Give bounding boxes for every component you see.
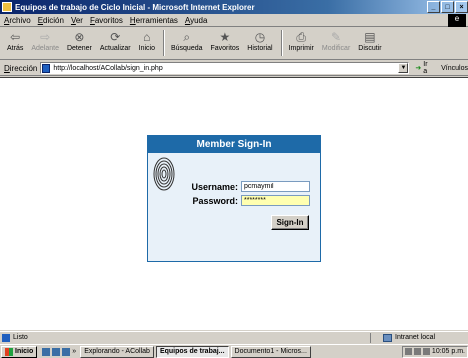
address-dropdown-button[interactable]: ▼ xyxy=(398,63,409,73)
quick-launch-outlook-icon[interactable] xyxy=(62,347,71,356)
quick-launch-more-button[interactable]: » xyxy=(72,348,76,356)
password-field[interactable] xyxy=(241,195,310,206)
discuss-icon: ▤ xyxy=(364,30,376,44)
standard-toolbar: ⇦ Atrás ⇨ Adelante ⊗ Detener ⟳ Actualiza… xyxy=(0,28,468,60)
stop-button[interactable]: ⊗ Detener xyxy=(64,28,95,53)
links-toolbar-button[interactable]: Vínculos xyxy=(441,65,468,72)
tray-icon[interactable] xyxy=(413,348,421,355)
signin-panel: Member Sign-In Username: Password: Sign-… xyxy=(147,135,321,262)
tray-icon[interactable] xyxy=(404,348,412,355)
windows-taskbar: Inicio » Explorando - ACollab Equipos de… xyxy=(0,344,468,358)
go-button[interactable]: ➜ Ir a xyxy=(415,61,433,75)
start-label: Inicio xyxy=(15,348,34,355)
refresh-label: Actualizar xyxy=(99,45,131,52)
window-title-bar: Equipos de trabajo de Ciclo Inicial - Mi… xyxy=(0,0,468,14)
forward-button[interactable]: ⇨ Adelante xyxy=(28,28,62,53)
quick-launch: » xyxy=(42,347,76,356)
tray-icon[interactable] xyxy=(422,348,430,355)
edit-button[interactable]: ✎ Modificar xyxy=(319,28,353,53)
discuss-label: Discutir xyxy=(358,45,382,52)
refresh-icon: ⟳ xyxy=(110,30,121,44)
history-button[interactable]: ◷ Historial xyxy=(244,28,275,53)
page-done-icon xyxy=(2,333,10,342)
back-button[interactable]: ⇦ Atrás xyxy=(4,28,26,53)
go-arrow-icon: ➜ xyxy=(415,65,422,72)
refresh-button[interactable]: ⟳ Actualizar xyxy=(97,28,134,53)
signin-button[interactable]: Sign-In xyxy=(271,215,309,230)
status-text: Listo xyxy=(13,334,28,341)
task-documento1[interactable]: Documento1 - Micros... xyxy=(230,345,311,358)
window-title: Equipos de trabajo de Ciclo Inicial - Mi… xyxy=(15,2,255,12)
history-label: Historial xyxy=(247,45,273,52)
task-equipos[interactable]: Equipos de trabaj... xyxy=(155,345,229,358)
search-label: Búsqueda xyxy=(170,45,203,52)
menu-ver[interactable]: Ver xyxy=(71,16,83,25)
menu-favoritos[interactable]: Favoritos xyxy=(90,16,123,25)
username-field[interactable] xyxy=(241,181,310,192)
system-tray: 10:05 p.m. xyxy=(401,345,468,358)
edit-label: Modificar xyxy=(321,45,351,52)
security-zone: Intranet local xyxy=(370,332,436,343)
menu-herramientas[interactable]: Herramientas xyxy=(130,16,178,25)
quick-launch-desktop-icon[interactable] xyxy=(42,347,51,356)
fingerprint-icon xyxy=(153,157,175,191)
status-left: Listo xyxy=(0,333,370,342)
username-row: Username: xyxy=(186,181,310,192)
window-controls: _ □ × xyxy=(427,1,468,13)
ie-throbber-icon: e xyxy=(448,14,466,27)
menu-edicion[interactable]: Edición xyxy=(38,16,64,25)
edit-icon: ✎ xyxy=(331,30,342,44)
address-bar: Dirección http://localhost/ACollab/sign_… xyxy=(0,61,468,76)
print-label: Imprimir xyxy=(288,45,314,52)
quick-launch-ie-icon[interactable] xyxy=(52,347,61,356)
tray-clock: 10:05 p.m. xyxy=(431,348,465,355)
page-content: Member Sign-In Username: Password: Sign-… xyxy=(0,77,468,330)
go-label: Ir a xyxy=(423,61,428,75)
discuss-button[interactable]: ▤ Discutir xyxy=(355,28,384,53)
print-icon: ⎙ xyxy=(296,30,307,44)
signin-title: Member Sign-In xyxy=(148,136,320,153)
favorites-label: Favoritos xyxy=(210,45,240,52)
forward-label: Adelante xyxy=(31,45,59,52)
search-icon: ⌕ xyxy=(183,30,191,44)
forward-arrow-icon: ⇨ xyxy=(40,30,51,44)
search-button[interactable]: ⌕ Búsqueda xyxy=(168,28,206,53)
username-label: Username: xyxy=(191,181,238,192)
ie-app-icon[interactable] xyxy=(2,2,12,12)
password-label: Password: xyxy=(192,195,238,206)
toolbar-separator xyxy=(162,30,165,56)
intranet-zone-icon xyxy=(383,333,392,342)
start-button[interactable]: Inicio xyxy=(1,345,38,358)
favorites-icon: ★ xyxy=(219,30,231,44)
back-arrow-icon: ⇦ xyxy=(10,30,21,44)
menu-ayuda[interactable]: Ayuda xyxy=(185,16,208,25)
address-url: http://localhost/ACollab/sign_in.php xyxy=(53,64,163,72)
zone-text: Intranet local xyxy=(395,334,436,341)
favorites-button[interactable]: ★ Favoritos xyxy=(208,28,243,53)
windows-flag-icon xyxy=(5,347,13,356)
task-explorando[interactable]: Explorando - ACollab xyxy=(80,345,154,358)
home-button[interactable]: ⌂ Inicio xyxy=(136,28,158,53)
password-row: Password: xyxy=(186,195,310,206)
menu-bar: Archivo Edición Ver Favoritos Herramient… xyxy=(0,14,468,27)
status-bar: Listo Intranet local xyxy=(0,331,468,343)
print-button[interactable]: ⎙ Imprimir xyxy=(286,28,317,53)
back-label: Atrás xyxy=(7,45,24,52)
home-label: Inicio xyxy=(138,45,155,52)
stop-label: Detener xyxy=(66,45,92,52)
address-input[interactable]: http://localhost/ACollab/sign_in.php ▼ xyxy=(40,62,410,74)
close-button[interactable]: × xyxy=(455,1,468,13)
menu-archivo[interactable]: Archivo xyxy=(4,16,31,25)
maximize-button[interactable]: □ xyxy=(441,1,454,13)
home-icon: ⌂ xyxy=(143,30,151,44)
toolbar-separator xyxy=(280,30,283,56)
page-icon xyxy=(42,63,51,73)
minimize-button[interactable]: _ xyxy=(427,1,440,13)
history-icon: ◷ xyxy=(254,30,266,44)
address-label: Dirección xyxy=(4,63,38,73)
stop-icon: ⊗ xyxy=(74,30,85,44)
